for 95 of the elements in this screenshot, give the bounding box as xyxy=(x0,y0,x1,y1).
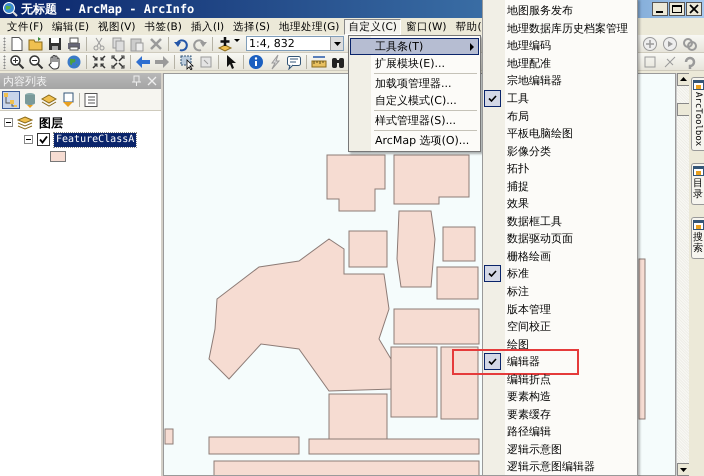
zoom-circle-icon[interactable] xyxy=(642,36,658,52)
toolbar-menu-item[interactable]: 平板电脑绘图 xyxy=(483,124,637,142)
dock-tab[interactable]: ArcToolbox xyxy=(691,77,704,152)
minimize-icon[interactable] xyxy=(652,2,668,16)
fixed-zoom-in-icon[interactable] xyxy=(91,54,107,70)
dropdown-arrow-icon[interactable] xyxy=(334,42,340,46)
toolbar-menu-item[interactable]: 效果 xyxy=(483,195,637,213)
toolbar-menu-item[interactable]: 编辑器 xyxy=(483,352,637,370)
checkmark-icon[interactable] xyxy=(484,90,501,107)
app-globe-icon xyxy=(2,1,18,17)
toolbar-menu-item[interactable]: 版本管理 xyxy=(483,300,637,318)
menu-item[interactable]: 自定义(C) xyxy=(344,18,401,34)
open-folder-icon[interactable] xyxy=(28,36,44,52)
menu-item[interactable]: 工具条(T) xyxy=(350,38,479,55)
database-icon[interactable] xyxy=(22,92,38,108)
save-icon[interactable] xyxy=(47,36,63,52)
back-arrow-icon[interactable] xyxy=(135,54,151,70)
toolbar-menu-item[interactable]: 数据驱动页面 xyxy=(483,230,637,248)
toolbar-menu-item[interactable]: 路径编辑 xyxy=(483,423,637,441)
maximize-icon[interactable] xyxy=(669,2,685,16)
toolbar-menu-item[interactable]: 地理编码 xyxy=(483,37,637,55)
checkbox[interactable] xyxy=(37,133,50,146)
window-icon xyxy=(692,166,704,176)
layers-icon[interactable] xyxy=(17,114,33,130)
menu-item[interactable]: 插入(I) xyxy=(186,18,228,34)
menu-item[interactable]: 自定义模式(C)... xyxy=(350,92,479,109)
globe-icon[interactable] xyxy=(66,54,82,70)
toolbar-menu-item[interactable]: 栅格绘画 xyxy=(483,248,637,266)
print-icon[interactable] xyxy=(66,36,82,52)
toolbar-menu-item[interactable]: 逻辑示意图编辑器 xyxy=(483,458,637,476)
menu-item[interactable]: 文件(F) xyxy=(3,18,48,34)
toolbar-menu-item[interactable]: 地理配准 xyxy=(483,54,637,72)
menu-item[interactable]: 扩展模块(E)... xyxy=(350,55,479,72)
zoom-out-icon[interactable] xyxy=(28,54,44,70)
toolbar-menu-item[interactable]: 宗地编辑器 xyxy=(483,72,637,90)
menu-item[interactable]: 地理处理(G) xyxy=(275,18,344,34)
menu-item[interactable]: 视图(V) xyxy=(94,18,140,34)
toolbar-menu-item[interactable]: 要素缓存 xyxy=(483,406,637,424)
checkmark-icon[interactable] xyxy=(484,353,501,370)
toolbar-menu-item[interactable]: 布局 xyxy=(483,107,637,125)
toolbar-menu-item[interactable]: 空间校正 xyxy=(483,318,637,336)
window-icon xyxy=(692,80,704,90)
toolbar-menu-item[interactable]: 数据框工具 xyxy=(483,212,637,230)
scroll-up-icon[interactable] xyxy=(677,73,690,86)
close-icon[interactable] xyxy=(686,2,702,16)
scroll-thumb[interactable] xyxy=(677,103,690,116)
dock-tab[interactable]: 目录 xyxy=(691,163,704,206)
toolbar-menu-item[interactable]: 标注 xyxy=(483,282,637,300)
toolbar-menu-item[interactable]: 逻辑示意图 xyxy=(483,440,637,458)
toolbar-grip[interactable] xyxy=(3,54,6,68)
toolbar-menu-item[interactable]: 捕捉 xyxy=(483,177,637,196)
square-icon[interactable] xyxy=(642,54,658,70)
delete-icon[interactable] xyxy=(148,36,164,52)
toolbar-menu-item[interactable]: 工具 xyxy=(483,90,637,108)
scale-field[interactable]: 1:4, 832 xyxy=(246,36,344,51)
toolbar-menu-item[interactable]: 拓扑 xyxy=(483,160,637,178)
options-list-icon[interactable] xyxy=(83,92,99,108)
menu-item[interactable]: 帮助( xyxy=(451,18,486,34)
play-icon[interactable] xyxy=(662,36,678,52)
info-icon[interactable] xyxy=(248,54,264,70)
layers-icon[interactable] xyxy=(41,92,57,108)
symbol-swatch[interactable] xyxy=(50,151,66,162)
toolbar-menu-item[interactable]: 影像分类 xyxy=(483,142,637,160)
toolbar-menu-item[interactable]: 地图服务发布 xyxy=(483,2,637,20)
layer-label[interactable]: FeatureClassA xyxy=(54,132,136,146)
checkmark-icon[interactable] xyxy=(484,265,501,282)
add-data-icon[interactable] xyxy=(217,36,233,52)
menu-item[interactable]: 窗口(W) xyxy=(402,18,450,34)
window-icon xyxy=(692,220,704,230)
toolbar-menu-item[interactable]: 标准 xyxy=(483,265,637,283)
toolbar-menu-item[interactable]: 编辑折点 xyxy=(483,370,637,388)
menu-item[interactable]: 加载项管理器... xyxy=(350,75,479,92)
expander-icon[interactable] xyxy=(4,118,13,127)
menu-item[interactable]: 书签(B) xyxy=(140,18,186,34)
menu-item[interactable]: 样式管理器(S)... xyxy=(350,112,479,129)
link-icon[interactable] xyxy=(682,36,698,52)
toolbar-grip[interactable] xyxy=(3,36,6,50)
window-title: 无标题 - ArcMap - ArcInfo xyxy=(21,0,194,18)
fixed-zoom-out-icon[interactable] xyxy=(110,54,126,70)
expander-icon[interactable] xyxy=(24,135,33,144)
zoom-in-icon[interactable] xyxy=(9,54,25,70)
popup-window-icon[interactable] xyxy=(286,54,302,70)
toolbar-menu-item[interactable]: 要素构造 xyxy=(483,388,637,406)
scroll-down-icon[interactable] xyxy=(677,463,690,476)
panel-title: 内容列表 xyxy=(3,74,48,88)
select-features-icon[interactable] xyxy=(179,54,195,70)
toolbar-menu-item[interactable]: 地理数据库历史档案管理 xyxy=(483,20,637,38)
menu-item[interactable]: 选择(S) xyxy=(229,18,274,34)
dock-tab[interactable]: 搜索 xyxy=(691,217,704,260)
menu-item[interactable]: ArcMap 选项(O)... xyxy=(350,132,479,149)
ruler-icon[interactable] xyxy=(311,54,327,70)
list-by-drawing-order-icon[interactable] xyxy=(3,92,19,108)
layer-group-label[interactable]: 图层 xyxy=(37,116,65,130)
toolbar-menu-item[interactable]: 绘图 xyxy=(483,335,637,353)
menu-item[interactable]: 编辑(E) xyxy=(48,18,94,34)
